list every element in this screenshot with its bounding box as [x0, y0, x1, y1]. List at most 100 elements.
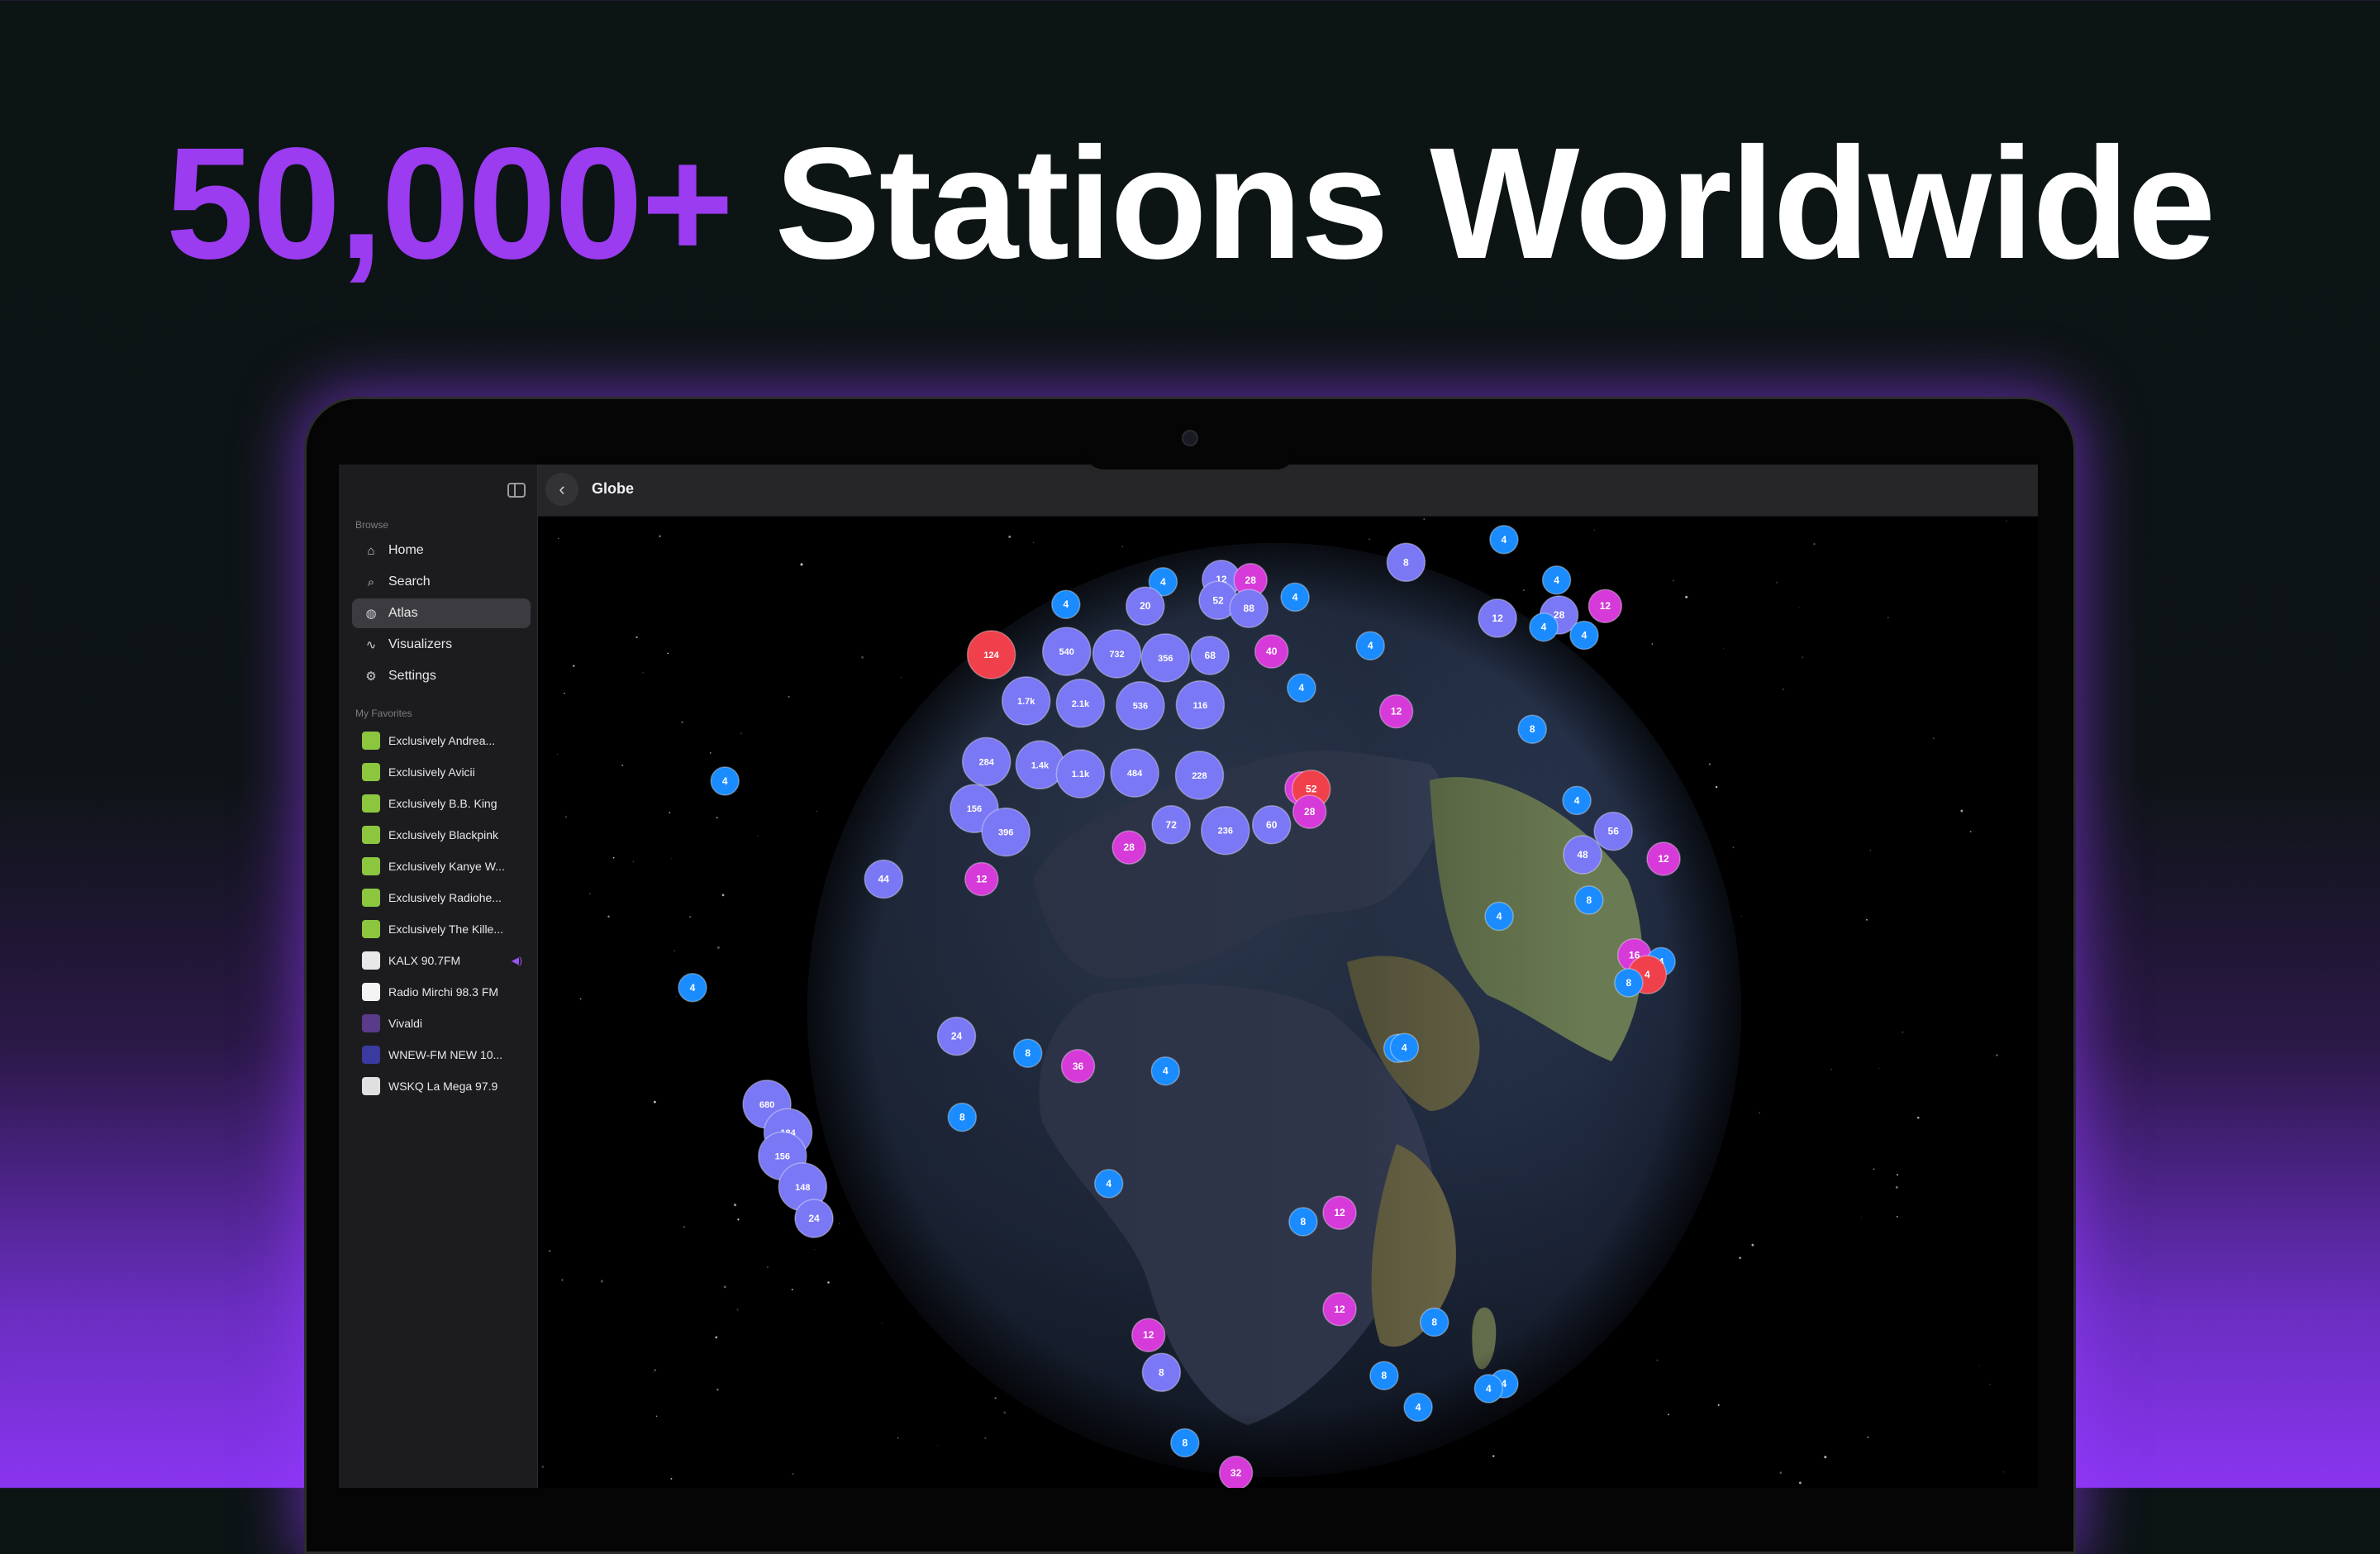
star: [767, 1266, 769, 1268]
station-cluster[interactable]: 8: [947, 1102, 978, 1132]
station-cluster[interactable]: 88: [1229, 589, 1269, 628]
station-cluster[interactable]: 12: [964, 861, 999, 897]
station-cluster[interactable]: 12: [1130, 1318, 1166, 1352]
station-cluster[interactable]: 56: [1593, 811, 1633, 851]
station-cluster[interactable]: 284: [961, 736, 1011, 787]
station-cluster[interactable]: 12: [1646, 841, 1681, 876]
station-cluster[interactable]: 8: [1170, 1428, 1200, 1458]
station-cluster[interactable]: 4: [1562, 785, 1592, 816]
station-cluster[interactable]: 60: [1251, 805, 1292, 845]
station-cluster[interactable]: 540: [1041, 627, 1092, 676]
station-cluster[interactable]: 8: [1012, 1038, 1043, 1068]
station-cluster[interactable]: 28: [1111, 830, 1146, 865]
station-cluster[interactable]: 24: [936, 1016, 977, 1056]
station-cluster[interactable]: 72: [1151, 805, 1191, 845]
station-cluster[interactable]: 236: [1201, 805, 1250, 856]
favorite-item[interactable]: WSKQ La Mega 97.9: [352, 1073, 531, 1099]
favorite-label: Exclusively The Kille...: [388, 922, 504, 936]
station-cluster[interactable]: 4: [1051, 589, 1081, 619]
station-cluster[interactable]: 4: [1529, 612, 1559, 642]
station-cluster[interactable]: 12: [1478, 598, 1517, 638]
station-cluster[interactable]: 20: [1126, 586, 1165, 626]
station-cluster[interactable]: 4: [1473, 1374, 1504, 1404]
station-cluster[interactable]: 48: [1563, 835, 1602, 875]
star: [813, 1248, 815, 1250]
station-cluster[interactable]: 4: [1287, 673, 1316, 703]
station-cluster[interactable]: 484: [1110, 748, 1159, 798]
station-cluster[interactable]: 536: [1116, 680, 1165, 731]
station-cluster[interactable]: 8: [1419, 1307, 1449, 1337]
station-cluster[interactable]: 4: [710, 766, 740, 796]
station-cluster[interactable]: 28: [1292, 794, 1327, 829]
favorite-item[interactable]: Exclusively The Kille...: [352, 916, 531, 942]
favorite-item[interactable]: Exclusively Kanye W...: [352, 853, 531, 879]
star: [827, 1281, 830, 1284]
station-cluster[interactable]: 4: [678, 973, 707, 1003]
station-cluster[interactable]: 8: [1141, 1352, 1182, 1393]
station-cluster[interactable]: 8: [1288, 1207, 1318, 1237]
favorite-item[interactable]: KALX 90.7FM ◀): [352, 947, 531, 974]
station-cluster[interactable]: 116: [1175, 680, 1226, 730]
favorite-item[interactable]: WNEW-FM NEW 10...: [352, 1042, 531, 1068]
cluster-count: 4: [1497, 911, 1502, 922]
sidebar-item-settings[interactable]: ⚙ Settings: [352, 661, 531, 691]
star: [1003, 1411, 1007, 1414]
station-cluster[interactable]: 4: [1484, 901, 1514, 932]
station-cluster[interactable]: 1.4k: [1015, 740, 1065, 790]
station-cluster[interactable]: 36: [1060, 1049, 1096, 1084]
sidebar-toggle-icon[interactable]: [507, 483, 526, 498]
station-cluster[interactable]: 8: [1614, 968, 1644, 998]
station-cluster[interactable]: 12: [1322, 1292, 1357, 1327]
favorite-item[interactable]: Exclusively Andrea...: [352, 727, 531, 754]
star: [737, 1218, 740, 1221]
station-cluster[interactable]: 24: [794, 1199, 834, 1238]
favorite-item[interactable]: Exclusively B.B. King: [352, 790, 531, 817]
favorite-item[interactable]: Radio Mirchi 98.3 FM: [352, 979, 531, 1005]
favorite-item[interactable]: Vivaldi: [352, 1010, 531, 1037]
station-cluster[interactable]: 44: [864, 859, 904, 899]
station-cluster[interactable]: 4: [1569, 620, 1599, 651]
sidebar-item-visualizers[interactable]: ∿ Visualizers: [352, 630, 531, 660]
sidebar-item-atlas[interactable]: ◍ Atlas: [352, 598, 531, 628]
favorite-item[interactable]: Exclusively Blackpink: [352, 822, 531, 848]
star: [1522, 589, 1525, 592]
cluster-count: 28: [1304, 806, 1316, 818]
star: [1492, 1455, 1495, 1457]
station-cluster[interactable]: 4: [1150, 1056, 1181, 1086]
station-cluster[interactable]: 2.1k: [1055, 679, 1106, 728]
station-cluster[interactable]: 396: [981, 807, 1031, 857]
station-cluster[interactable]: 228: [1174, 751, 1225, 800]
station-cluster[interactable]: 4: [1280, 582, 1310, 613]
station-cluster[interactable]: 68: [1190, 636, 1230, 675]
station-cluster[interactable]: 12: [1587, 589, 1623, 623]
station-cluster[interactable]: 4: [1389, 1032, 1420, 1063]
globe-view[interactable]: 4 12 28 4 8 4 4 20 52 88 4 12 28 12 4 4 124 540 732 356 68 40…: [537, 516, 2038, 1488]
station-cluster[interactable]: 8: [1386, 542, 1426, 583]
station-cluster[interactable]: 8: [1517, 714, 1547, 744]
station-cluster[interactable]: 356: [1140, 633, 1191, 683]
star: [1887, 617, 1889, 619]
globe-canvas[interactable]: 4 12 284844 20 5288412281244124 540 732 356 68 40…: [537, 516, 2038, 1488]
back-button[interactable]: ‹: [545, 473, 578, 506]
sidebar-item-home[interactable]: ⌂ Home: [352, 536, 531, 565]
station-cluster[interactable]: 4: [1093, 1169, 1124, 1199]
station-cluster[interactable]: 8: [1574, 885, 1604, 915]
favorite-item[interactable]: Exclusively Radiohe...: [352, 884, 531, 911]
cluster-count: 40: [1266, 646, 1278, 657]
station-cluster[interactable]: 124: [966, 630, 1016, 679]
station-cluster[interactable]: 4: [1355, 631, 1385, 660]
favorite-item[interactable]: Exclusively Avicii: [352, 759, 531, 785]
station-cluster[interactable]: 732: [1092, 629, 1142, 679]
station-cluster[interactable]: 12: [1322, 1195, 1357, 1230]
station-cluster[interactable]: 40: [1254, 634, 1289, 669]
station-cluster[interactable]: 1.7k: [1001, 676, 1051, 726]
cluster-count: 52: [1212, 594, 1224, 606]
sidebar-item-search[interactable]: ⌕ Search: [352, 567, 531, 597]
station-cluster[interactable]: 12: [1378, 694, 1414, 729]
station-cluster[interactable]: 4: [1403, 1392, 1433, 1423]
station-cluster[interactable]: 1.1k: [1055, 749, 1106, 798]
station-cluster[interactable]: 4: [1541, 565, 1572, 595]
station-cluster[interactable]: 8: [1369, 1361, 1399, 1390]
station-cluster[interactable]: 32: [1218, 1456, 1254, 1488]
station-cluster[interactable]: 4: [1489, 525, 1519, 555]
